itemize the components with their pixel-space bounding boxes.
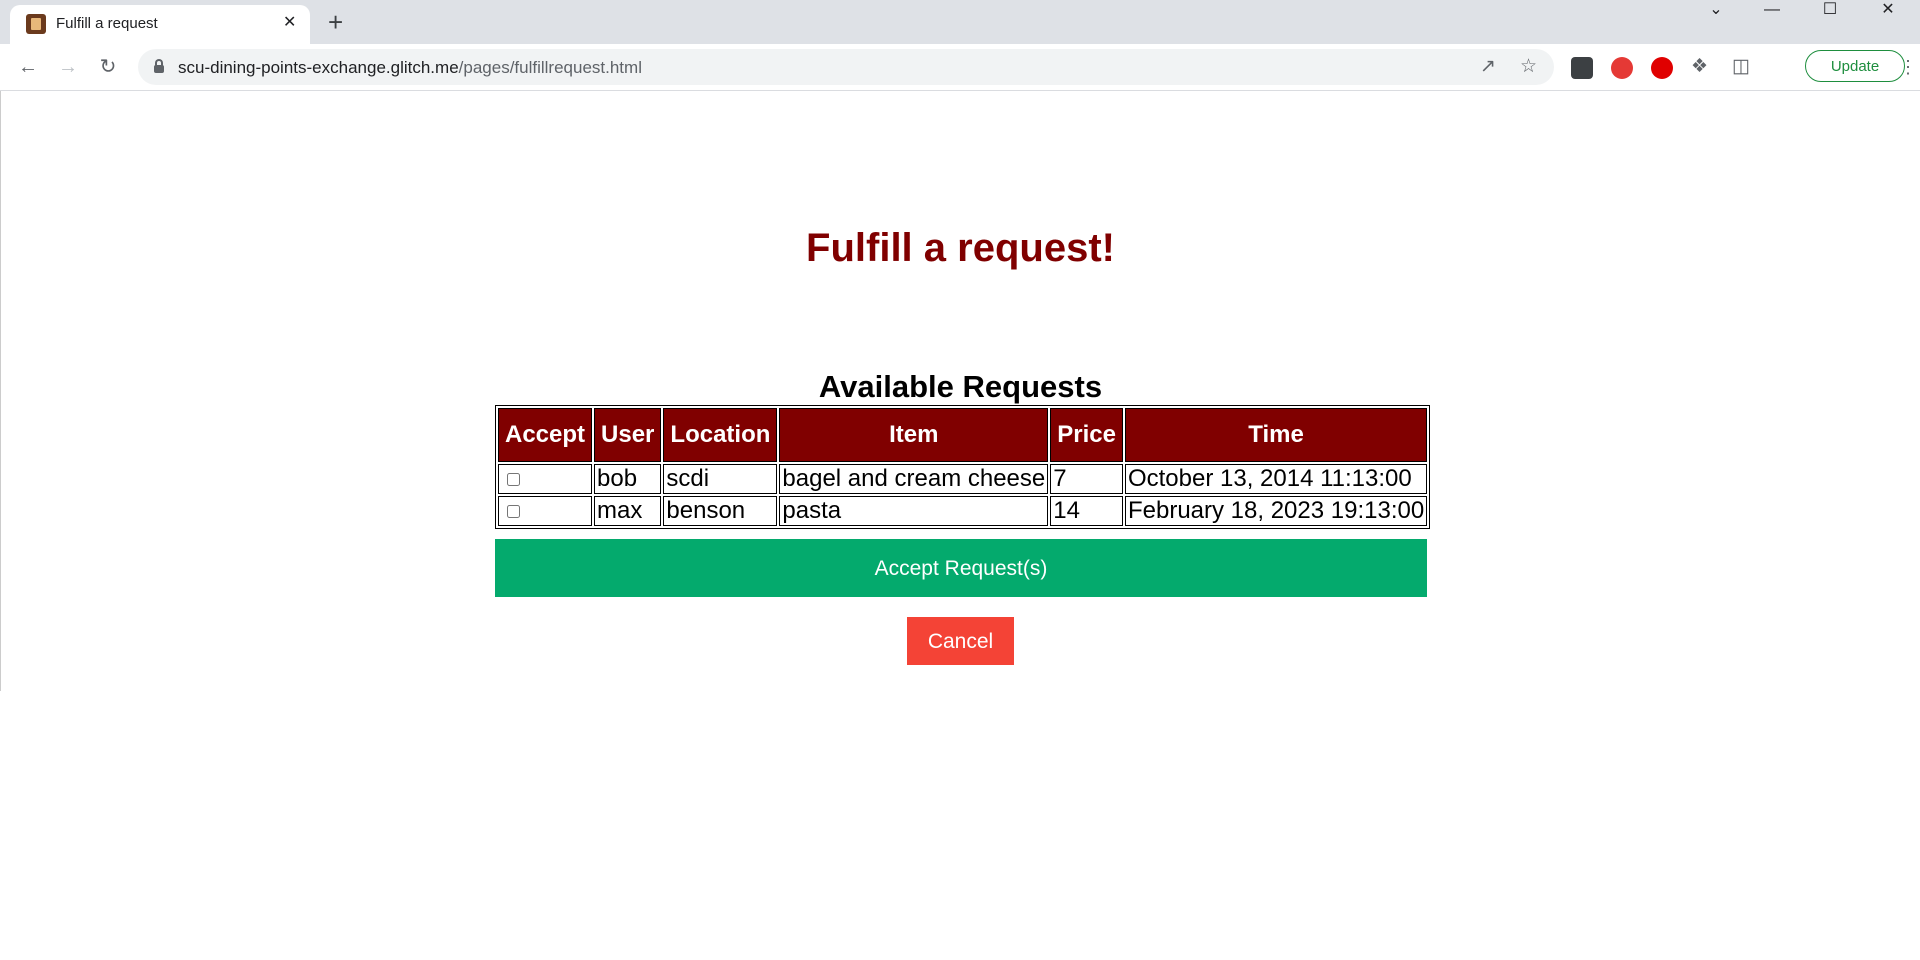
adblock-extension-icon[interactable] xyxy=(1651,57,1673,79)
column-header-price: Price xyxy=(1050,408,1123,462)
column-header-time: Time xyxy=(1124,408,1428,462)
url-text[interactable]: scu-dining-points-exchange.glitch.me/pag… xyxy=(178,58,642,78)
location-cell: benson xyxy=(663,496,778,526)
lock-icon[interactable] xyxy=(154,59,164,73)
back-icon[interactable]: ← xyxy=(14,54,42,80)
page-content: Fulfill a request! Available Requests Ac… xyxy=(0,91,1920,691)
new-tab-button[interactable]: + xyxy=(328,9,343,35)
video-extension-icon[interactable] xyxy=(1611,57,1633,79)
close-tab-icon[interactable]: ✕ xyxy=(283,13,296,33)
column-header-user: User xyxy=(594,408,662,462)
accept-checkbox[interactable] xyxy=(507,505,520,519)
column-header-accept: Accept xyxy=(498,408,593,462)
item-cell: pasta xyxy=(779,496,1049,526)
extensions-icon[interactable]: ❖ xyxy=(1691,56,1708,78)
item-cell: bagel and cream cheese xyxy=(779,464,1049,494)
site-favicon-icon xyxy=(26,14,46,34)
reload-icon[interactable]: ↻ xyxy=(94,54,122,80)
location-cell: scdi xyxy=(663,464,778,494)
user-cell: max xyxy=(594,496,662,526)
news-extension-icon[interactable] xyxy=(1571,57,1593,79)
price-cell: 14 xyxy=(1050,496,1123,526)
requests-table: Accept User Location Item Price Time bob… xyxy=(495,405,1431,529)
minimize-icon[interactable]: — xyxy=(1744,0,1800,20)
address-bar[interactable]: scu-dining-points-exchange.glitch.me/pag… xyxy=(138,49,1554,85)
table-caption: Available Requests xyxy=(818,369,1103,404)
bookmark-star-icon[interactable]: ☆ xyxy=(1520,56,1537,78)
table-row: bob scdi bagel and cream cheese 7 Octobe… xyxy=(498,464,1428,494)
user-cell: bob xyxy=(594,464,662,494)
tab-search-icon[interactable]: ⌄ xyxy=(1688,0,1744,20)
browser-toolbar: ← → ↻ scu-dining-points-exchange.glitch.… xyxy=(0,44,1920,91)
column-header-location: Location xyxy=(663,408,778,462)
page-title: Fulfill a request! xyxy=(806,226,1115,270)
tab-strip: Fulfill a request ✕ + ⌄ — ☐ ✕ xyxy=(0,0,1920,44)
maximize-icon[interactable]: ☐ xyxy=(1802,0,1858,20)
menu-icon[interactable]: ⋮ xyxy=(1899,54,1917,80)
column-header-item: Item xyxy=(779,408,1049,462)
tab-title: Fulfill a request xyxy=(56,15,158,32)
accept-cell xyxy=(498,464,593,494)
url-path: /pages/fulfillrequest.html xyxy=(458,58,642,77)
share-icon[interactable]: ↗ xyxy=(1480,56,1496,78)
browser-tab[interactable]: Fulfill a request ✕ xyxy=(10,5,310,44)
accept-requests-button[interactable]: Accept Request(s) xyxy=(495,539,1427,597)
forward-icon[interactable]: → xyxy=(54,54,82,80)
time-cell: February 18, 2023 19:13:00 xyxy=(1124,496,1428,526)
close-window-icon[interactable]: ✕ xyxy=(1860,0,1916,20)
url-host: scu-dining-points-exchange.glitch.me xyxy=(178,58,459,77)
table-header-row: Accept User Location Item Price Time xyxy=(498,408,1428,462)
cancel-button[interactable]: Cancel xyxy=(907,617,1014,665)
accept-checkbox[interactable] xyxy=(507,473,520,487)
time-cell: October 13, 2014 11:13:00 xyxy=(1124,464,1428,494)
update-button[interactable]: Update xyxy=(1805,50,1905,82)
side-panel-icon[interactable]: ◫ xyxy=(1732,56,1750,78)
table-row: max benson pasta 14 February 18, 2023 19… xyxy=(498,496,1428,526)
accept-cell xyxy=(498,496,593,526)
price-cell: 7 xyxy=(1050,464,1123,494)
